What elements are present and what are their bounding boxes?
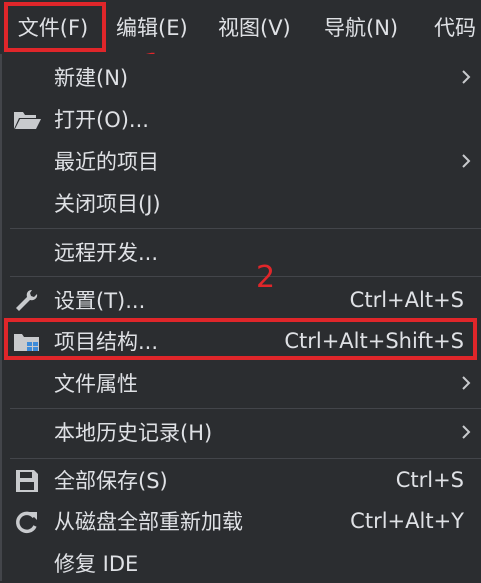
menu-item-reload-from-disk[interactable]: 从磁盘全部重新加载 Ctrl+Alt+Y: [2, 501, 481, 541]
menu-item-new-label: 新建(N): [54, 66, 129, 90]
save-icon: [16, 470, 38, 492]
menu-item-save-all[interactable]: 全部保存(S) Ctrl+S: [2, 460, 481, 500]
menu-file-label: 文件(F): [17, 16, 89, 40]
menu-separator: [10, 408, 481, 409]
menu-item-settings-shortcut: Ctrl+Alt+S: [349, 288, 464, 312]
menu-item-repair-ide[interactable]: 修复 IDE: [2, 543, 481, 583]
menu-item-save-all-shortcut: Ctrl+S: [395, 468, 464, 492]
menu-item-project-structure[interactable]: 项目结构... Ctrl+Alt+Shift+S: [2, 321, 481, 361]
menu-view-label: 视图(V): [218, 16, 291, 40]
menu-item-close-project[interactable]: 关闭项目(J): [2, 183, 481, 223]
menu-item-recent-projects[interactable]: 最近的项目: [2, 141, 481, 181]
menu-item-settings[interactable]: 设置(T)... Ctrl+Alt+S: [2, 280, 481, 320]
folder-open-icon: [14, 112, 41, 129]
menu-item-reload-from-disk-label: 从磁盘全部重新加载: [54, 510, 243, 534]
menu-item-open[interactable]: 打开(O)...: [2, 99, 481, 139]
menu-item-open-label: 打开(O)...: [54, 108, 149, 132]
menu-item-file-properties-label: 文件属性: [54, 372, 138, 396]
menu-item-project-structure-label: 项目结构...: [54, 330, 159, 354]
menu-item-save-all-label: 全部保存(S): [54, 469, 168, 493]
project-structure-icon: [14, 334, 39, 351]
annotation-step-2: 2: [256, 260, 276, 295]
menu-code[interactable]: 代码: [434, 0, 476, 54]
submenu-arrow-icon: [462, 154, 471, 168]
menu-item-remote-development-label: 远程开发...: [54, 241, 159, 265]
menu-separator: [10, 276, 481, 277]
menu-view[interactable]: 视图(V): [218, 0, 291, 54]
menu-edit[interactable]: 编辑(E): [116, 0, 188, 54]
menu-navigate[interactable]: 导航(N): [324, 0, 398, 54]
menu-edit-label: 编辑(E): [116, 16, 188, 40]
menu-item-remote-development[interactable]: 远程开发...: [2, 232, 481, 272]
menu-file[interactable]: 文件(F): [0, 0, 106, 54]
menu-item-file-properties[interactable]: 文件属性: [2, 363, 481, 403]
menu-item-repair-ide-label: 修复 IDE: [54, 552, 139, 576]
menu-item-local-history-label: 本地历史记录(H): [54, 421, 213, 445]
menu-item-new[interactable]: 新建(N): [2, 57, 481, 97]
menu-code-label: 代码: [434, 16, 476, 40]
menu-separator: [10, 228, 481, 229]
menu-separator: [10, 458, 481, 459]
menu-item-recent-projects-label: 最近的项目: [54, 150, 159, 174]
file-dropdown-menu: 新建(N) 打开(O)... 最近的项目 关闭项目(J) 远程开发... 设置(…: [0, 54, 481, 581]
menu-bar: 文件(F) 编辑(E) 视图(V) 导航(N) 代码: [0, 0, 481, 54]
wrench-icon: [16, 290, 38, 311]
menu-item-reload-from-disk-shortcut: Ctrl+Alt+Y: [350, 509, 464, 533]
menu-item-settings-label: 设置(T)...: [54, 289, 146, 313]
menu-navigate-label: 导航(N): [324, 16, 399, 40]
submenu-arrow-icon: [462, 70, 471, 84]
reload-icon: [16, 511, 37, 534]
submenu-arrow-icon: [462, 425, 471, 439]
menu-item-close-project-label: 关闭项目(J): [54, 192, 161, 216]
submenu-arrow-icon: [462, 376, 471, 390]
menu-item-local-history[interactable]: 本地历史记录(H): [2, 412, 481, 452]
menu-item-project-structure-shortcut: Ctrl+Alt+Shift+S: [284, 329, 464, 353]
